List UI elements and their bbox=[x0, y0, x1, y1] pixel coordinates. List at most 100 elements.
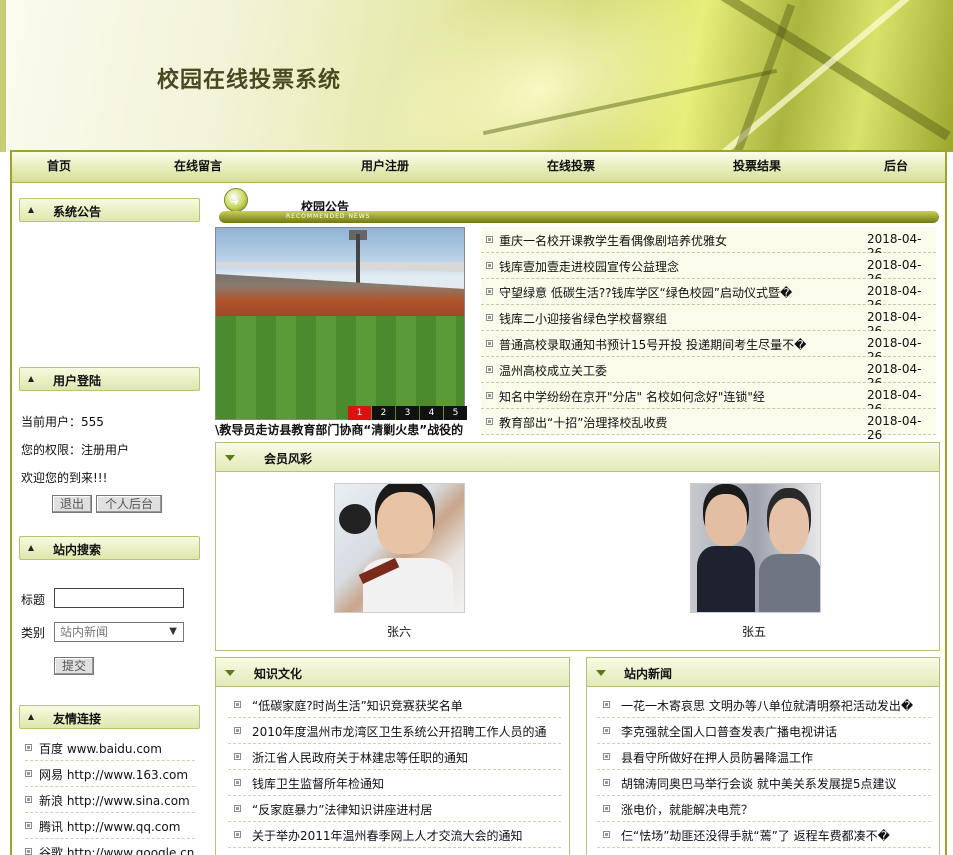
friend-link-text[interactable]: 网易 http://www.163.com bbox=[39, 766, 188, 783]
nav-item-register[interactable]: 用户注册 bbox=[361, 152, 409, 183]
bullet-icon bbox=[603, 701, 610, 708]
friend-link-text[interactable]: 新浪 http://www.sina.com bbox=[39, 792, 190, 809]
list-item-title[interactable]: 浙江省人民政府关于林建忠等任职的通知 bbox=[252, 749, 557, 766]
notice-item-title[interactable]: 重庆一名校开课教学生看偶像剧培养优雅女 bbox=[499, 232, 844, 249]
notice-item-title[interactable]: 普通高校录取通知书预计15号开投 投递期间考生尽量不� bbox=[499, 336, 844, 353]
main-nav: 首页 在线留言 用户注册 在线投票 投票结果 后台 bbox=[12, 152, 945, 183]
friend-link-item[interactable]: 谷歌 http://www.google.cn bbox=[25, 839, 195, 855]
bullet-icon bbox=[486, 314, 493, 321]
triangle-icon bbox=[28, 376, 34, 382]
notice-item-title[interactable]: 知名中学纷纷在京开"分店" 名校如何念好"连锁"经 bbox=[499, 388, 844, 405]
bullet-icon bbox=[603, 753, 610, 760]
friend-link-text[interactable]: 谷歌 http://www.google.cn bbox=[39, 844, 194, 855]
list-item[interactable]: 胡锦涛同奥巴马举行会谈 就中美关系发展提5点建议 bbox=[597, 770, 931, 796]
sidebar-search-title: 站内搜索 bbox=[53, 543, 102, 557]
bullet-icon bbox=[25, 796, 32, 803]
list-item-title[interactable]: 一花一木寄哀思 文明办等八单位就清明祭祀活动发出� bbox=[621, 697, 927, 714]
notice-item[interactable]: 钱库壹加壹走进校园宣传公益理念2018-04-26 bbox=[481, 253, 936, 286]
friend-link-item[interactable]: 网易 http://www.163.com bbox=[25, 761, 195, 787]
list-item-title[interactable]: 关于举办2011年温州春季网上人才交流大会的通知 bbox=[252, 827, 557, 844]
members-panel-header: 会员风彩 bbox=[216, 443, 939, 472]
logout-button[interactable]: 退出 bbox=[52, 495, 92, 513]
nav-item-home[interactable]: 首页 bbox=[47, 152, 71, 183]
site-news-panel: 站内新闻 一花一木寄哀思 文明办等八单位就清明祭祀活动发出� 李克强就全国人口普… bbox=[586, 657, 940, 855]
friend-link-text[interactable]: 百度 www.baidu.com bbox=[39, 740, 162, 757]
notice-item[interactable]: 教育部出“十招”治理择校乱收费 2018-04-26 bbox=[481, 409, 936, 442]
featured-photo[interactable] bbox=[215, 227, 465, 420]
notice-item[interactable]: 守望绿意 低碳生活??钱库学区“绿色校园”启动仪式暨�2018-04-26 bbox=[481, 279, 936, 312]
nav-item-vote[interactable]: 在线投票 bbox=[547, 152, 595, 183]
search-type-value: 站内新闻 bbox=[60, 625, 109, 639]
notice-item-date: 2018-04-26 bbox=[867, 414, 922, 442]
list-item-title[interactable]: 县看守所做好在押人员防暑降温工作 bbox=[621, 749, 927, 766]
list-item-title[interactable]: 钱库卫生监督所年检通知 bbox=[252, 775, 557, 792]
notice-item-title[interactable]: 钱库二小迎接省绿色学校督察组 bbox=[499, 310, 844, 327]
nav-item-results[interactable]: 投票结果 bbox=[733, 152, 781, 183]
pager-button[interactable]: 3 bbox=[396, 406, 419, 420]
notice-item-title[interactable]: 教育部出“十招”治理择校乱收费 bbox=[499, 414, 844, 431]
knowledge-panel-header: 知识文化 bbox=[216, 658, 569, 687]
list-item-title[interactable]: “反家庭暴力”法律知识讲座进村居 bbox=[252, 801, 557, 818]
member-avatar[interactable] bbox=[334, 483, 465, 613]
friend-link-item[interactable]: 腾讯 http://www.qq.com bbox=[25, 813, 195, 839]
search-title-input[interactable] bbox=[54, 588, 184, 608]
list-item[interactable]: “反家庭暴力”法律知识讲座进村居 bbox=[228, 796, 561, 822]
notice-item[interactable]: 重庆一名校开课教学生看偶像剧培养优雅女2018-04-26 bbox=[481, 227, 936, 260]
list-item[interactable]: 仨“怯场”劫匪还没得手就“蔫”了 返程车费都凑不� bbox=[597, 822, 931, 848]
pager-button[interactable]: 5 bbox=[444, 406, 467, 420]
bullet-icon bbox=[486, 288, 493, 295]
member-name[interactable]: 张六 bbox=[387, 623, 411, 640]
sidebar-announcement-title: 系统公告 bbox=[53, 205, 102, 219]
notice-item[interactable]: 普通高校录取通知书预计15号开投 投递期间考生尽量不�2018-04-26 bbox=[481, 331, 936, 364]
list-item[interactable]: 2010年度温州市龙湾区卫生系统公开招聘工作人员的通 bbox=[228, 718, 561, 744]
bullet-icon bbox=[234, 753, 241, 760]
list-item-title[interactable]: 李克强就全国人口普查发表广播电视讲话 bbox=[621, 723, 927, 740]
search-type-label: 类别 bbox=[21, 626, 46, 640]
list-item-title[interactable]: “低碳家庭?时尚生活”知识竞赛获奖名单 bbox=[252, 697, 557, 714]
list-item[interactable]: 钱库卫生监督所年检通知 bbox=[228, 770, 561, 796]
list-item[interactable]: 县看守所做好在押人员防暑降温工作 bbox=[597, 744, 931, 770]
bullet-icon bbox=[234, 701, 241, 708]
notice-item[interactable]: 知名中学纷纷在京开"分店" 名校如何念好"连锁"经2018-04-26 bbox=[481, 383, 936, 416]
search-type-select[interactable]: 站内新闻 ▼ bbox=[54, 622, 184, 642]
nav-item-admin[interactable]: 后台 bbox=[884, 152, 908, 183]
list-item[interactable]: 涨电价，就能解决电荒？ bbox=[597, 796, 931, 822]
friend-link-text[interactable]: 腾讯 http://www.qq.com bbox=[39, 818, 180, 835]
list-item-title[interactable]: 仨“怯场”劫匪还没得手就“蔫”了 返程车费都凑不� bbox=[621, 827, 927, 844]
friend-link-item[interactable]: 百度 www.baidu.com bbox=[25, 735, 195, 761]
list-item[interactable]: 一花一木寄哀思 文明办等八单位就清明祭祀活动发出� bbox=[597, 692, 931, 718]
sidebar-announcement-header: 系统公告 bbox=[19, 198, 200, 222]
list-item-title[interactable]: 2010年度温州市龙湾区卫生系统公开招聘工作人员的通 bbox=[252, 723, 557, 740]
list-item-title[interactable]: 涨电价，就能解决电荒？ bbox=[621, 801, 927, 818]
sidebar-links-header: 友情连接 bbox=[19, 705, 200, 729]
search-title-label: 标题 bbox=[21, 593, 46, 607]
list-item[interactable]: “低碳家庭?时尚生活”知识竞赛获奖名单 bbox=[228, 692, 561, 718]
pager-button[interactable]: 2 bbox=[372, 406, 395, 420]
sidebar-login-title: 用户登陆 bbox=[53, 374, 102, 388]
bullet-icon bbox=[603, 805, 610, 812]
pager-button[interactable]: 4 bbox=[420, 406, 443, 420]
friend-link-item[interactable]: 新浪 http://www.sina.com bbox=[25, 787, 195, 813]
sidebar-search-header: 站内搜索 bbox=[19, 536, 200, 560]
list-item[interactable]: 李克强就全国人口普查发表广播电视讲话 bbox=[597, 718, 931, 744]
search-submit-button[interactable]: 提交 bbox=[54, 657, 94, 675]
triangle-down-icon bbox=[596, 670, 606, 676]
nav-item-guestbook[interactable]: 在线留言 bbox=[174, 152, 222, 183]
bullet-icon bbox=[25, 770, 32, 777]
notice-item[interactable]: 钱库二小迎接省绿色学校督察组2018-04-26 bbox=[481, 305, 936, 338]
bullet-icon bbox=[486, 366, 493, 373]
bullet-icon bbox=[25, 848, 32, 855]
list-item[interactable]: 浙江省人民政府关于林建忠等任职的通知 bbox=[228, 744, 561, 770]
notice-item-title[interactable]: 守望绿意 低碳生活??钱库学区“绿色校园”启动仪式暨� bbox=[499, 284, 844, 301]
pager-button[interactable]: 1 bbox=[348, 406, 371, 420]
notice-item-title[interactable]: 温州高校成立关工委 bbox=[499, 362, 844, 379]
personal-panel-button[interactable]: 个人后台 bbox=[96, 495, 162, 513]
member-name[interactable]: 张五 bbox=[742, 623, 766, 640]
photo-pager: 12345 bbox=[348, 404, 468, 420]
list-item[interactable]: 关于举办2011年温州春季网上人才交流大会的通知 bbox=[228, 822, 561, 848]
notice-item[interactable]: 温州高校成立关工委2018-04-26 bbox=[481, 357, 936, 390]
list-item-title[interactable]: 胡锦涛同奥巴马举行会谈 就中美关系发展提5点建议 bbox=[621, 775, 927, 792]
notice-item-title[interactable]: 钱库壹加壹走进校园宣传公益理念 bbox=[499, 258, 844, 275]
member-avatar[interactable] bbox=[690, 483, 821, 613]
photo-caption[interactable]: \教导员走访县教育部门协商“清剿火患”战役的 bbox=[215, 421, 465, 438]
